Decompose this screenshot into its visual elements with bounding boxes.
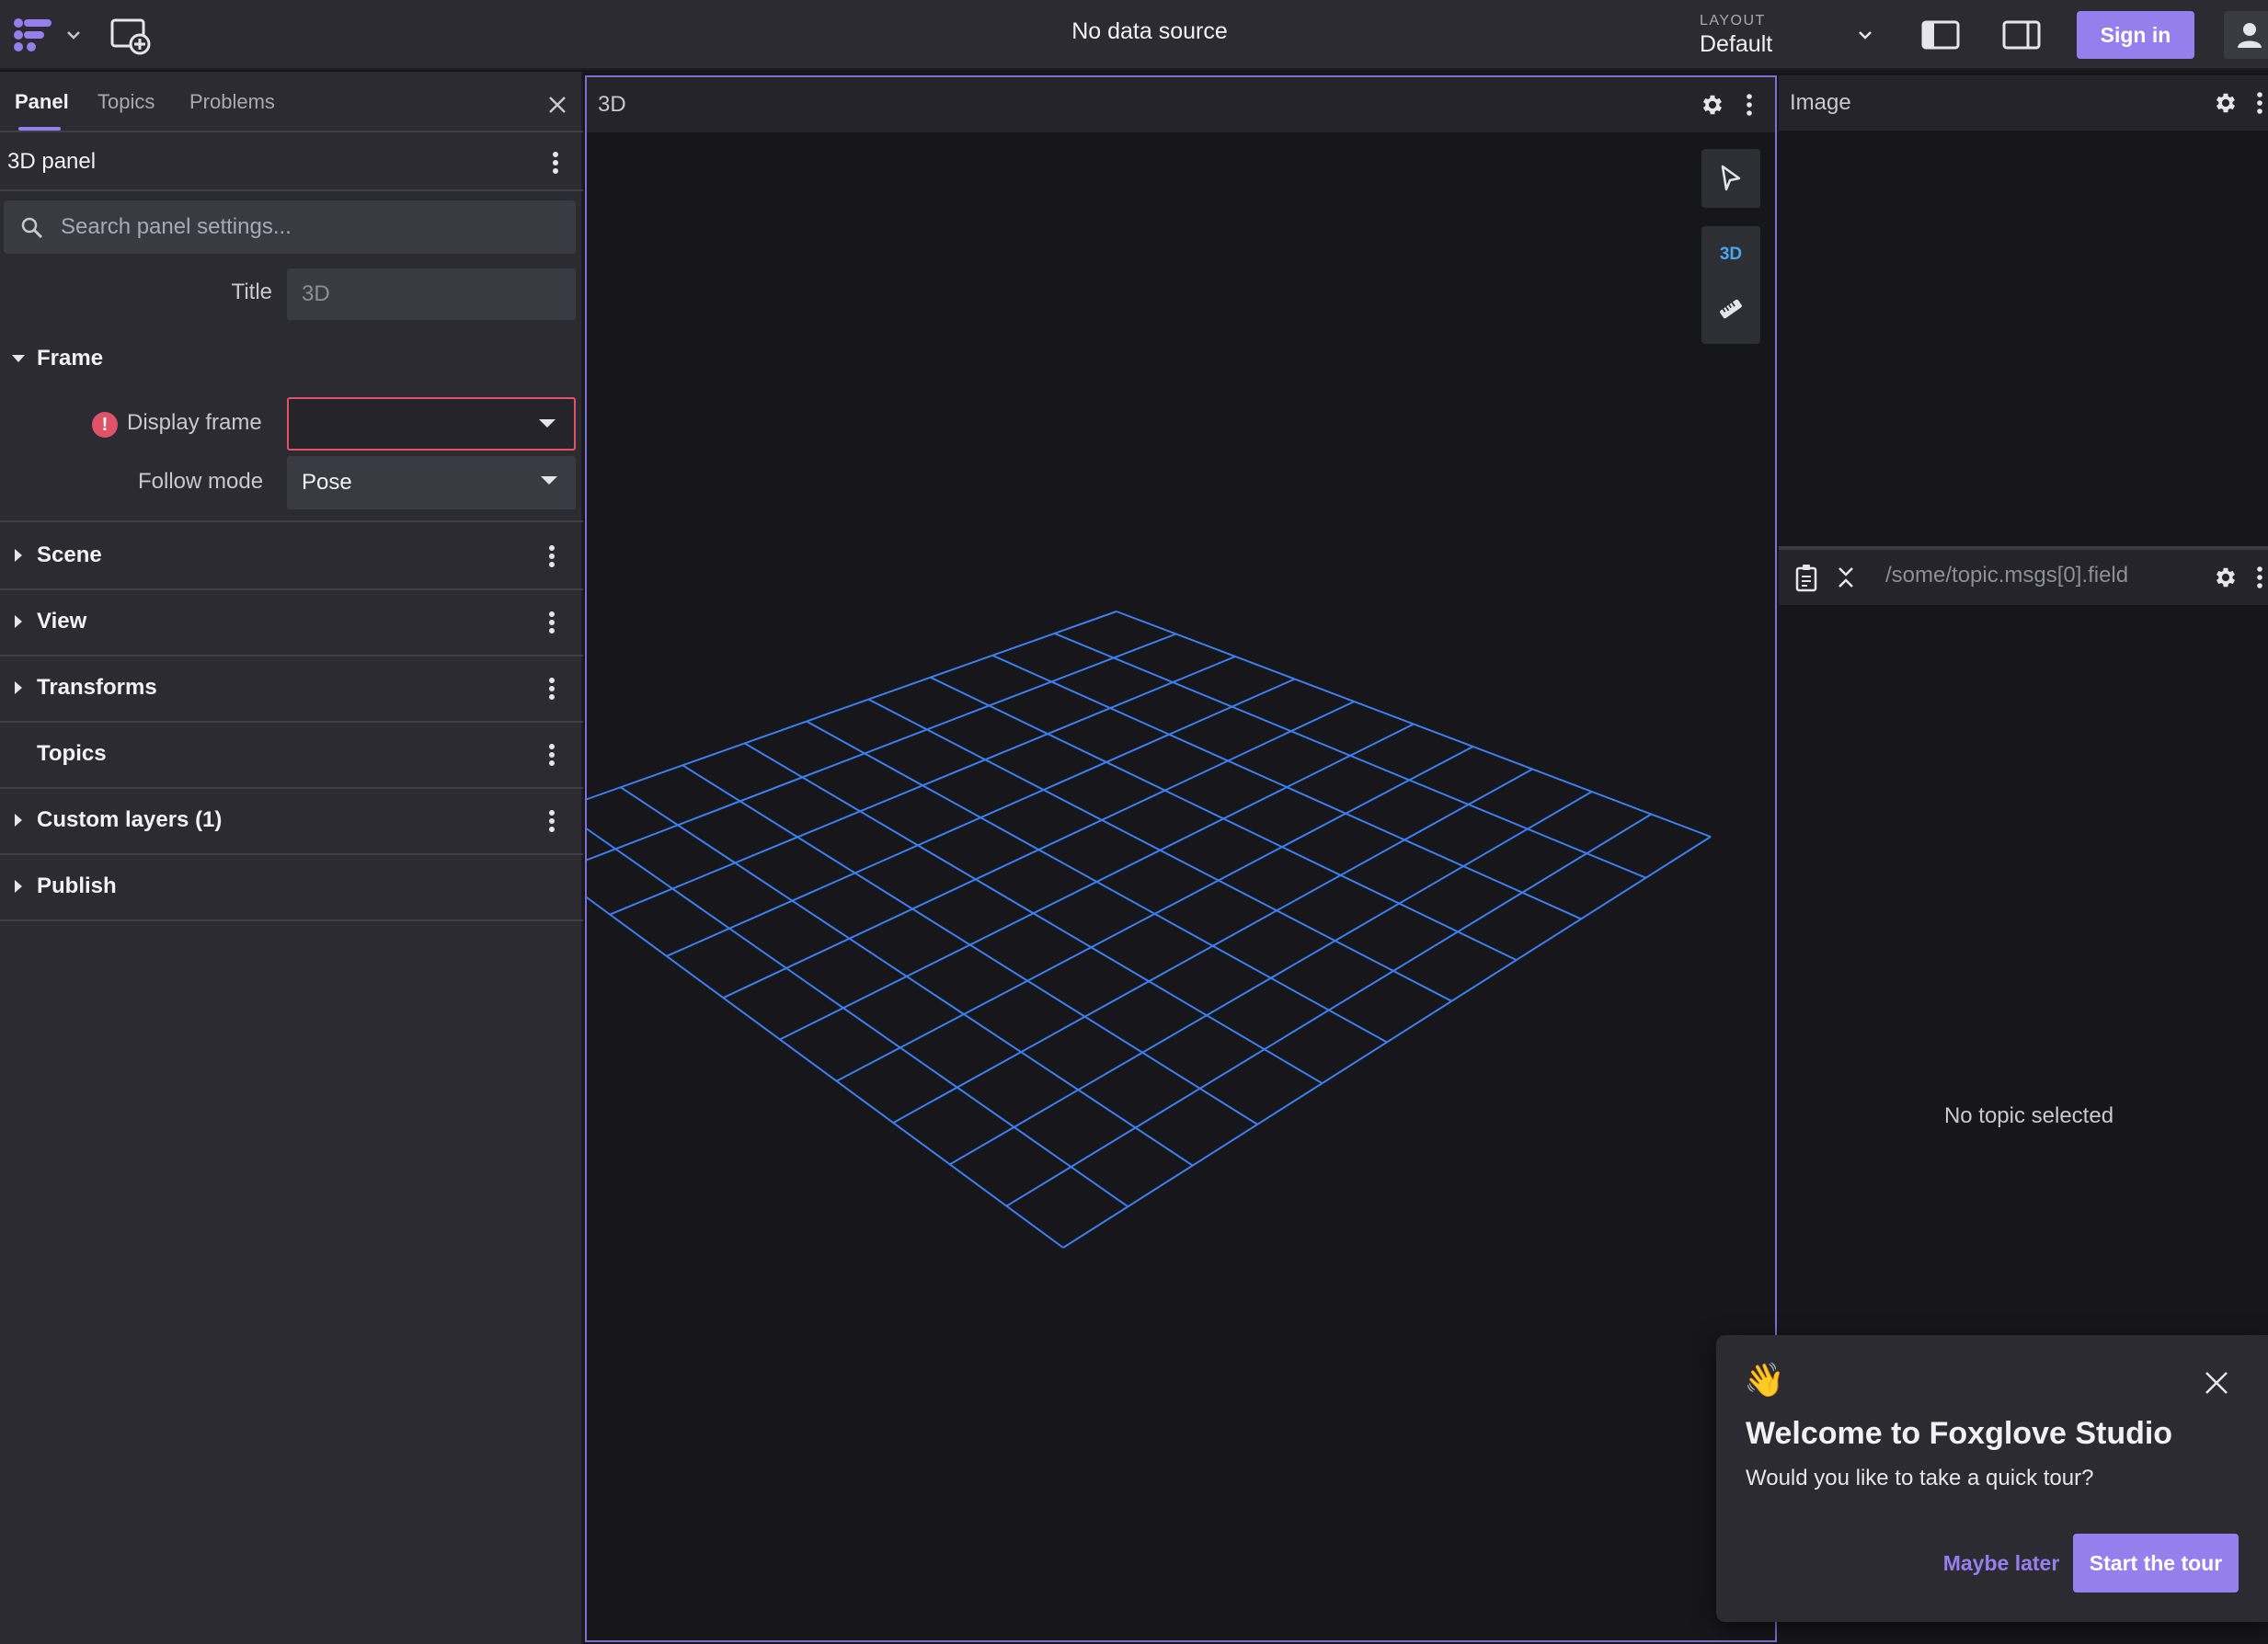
layout-label: LAYOUT	[1700, 13, 1766, 29]
close-icon[interactable]	[2202, 1368, 2231, 1398]
tab-topics[interactable]: Topics	[97, 90, 155, 114]
custom-layers-caret-right-icon[interactable]	[9, 811, 28, 829]
add-panel-icon[interactable]	[109, 17, 153, 57]
toast-title: Welcome to Foxglove Studio	[1746, 1416, 2173, 1451]
frame-caret-down-icon[interactable]	[9, 349, 28, 368]
view-caret-right-icon[interactable]	[9, 612, 28, 631]
grid-line	[587, 611, 1117, 801]
welcome-tour-dialog: 👋 Welcome to Foxglove Studio Would you l…	[1716, 1335, 2268, 1622]
section-custom-layers-label[interactable]: Custom layers (1)	[37, 807, 222, 833]
section-view-label[interactable]: View	[37, 609, 86, 634]
foxglove-logo-icon[interactable]	[11, 17, 57, 53]
divider	[0, 787, 583, 789]
grid-line	[587, 828, 1128, 1208]
user-menu-button[interactable]	[2224, 11, 2268, 59]
divider	[0, 853, 583, 855]
follow-mode-value: Pose	[302, 470, 352, 495]
tab-panel[interactable]: Panel	[15, 90, 69, 114]
follow-mode-label: Follow mode	[138, 469, 264, 494]
grid-line	[1005, 813, 1652, 1207]
divider	[0, 919, 583, 921]
section-transforms-label[interactable]: Transforms	[37, 675, 157, 701]
transforms-more-icon[interactable]	[541, 675, 563, 702]
3d-settings-gear-icon[interactable]	[1700, 92, 1725, 118]
3d-panel-title: 3D	[598, 92, 626, 117]
start-tour-button[interactable]: Start the tour	[2073, 1534, 2239, 1593]
grid-line	[836, 746, 1474, 1082]
section-frame-label[interactable]: Frame	[37, 346, 103, 371]
image-panel-title: Image	[1790, 90, 1851, 115]
3d-panel[interactable]: 3D 3D	[585, 75, 1777, 1642]
wave-emoji: 👋	[1744, 1361, 1785, 1399]
data-source-label[interactable]: No data source	[920, 18, 1380, 45]
transforms-caret-right-icon[interactable]	[9, 679, 28, 697]
grid-line	[620, 786, 1194, 1167]
message-path-input[interactable]: /some/topic.msgs[0].field	[1885, 563, 2128, 588]
display-frame-select[interactable]	[287, 397, 576, 451]
panel-settings-title: 3D panel	[7, 149, 97, 174]
copy-clipboard-icon[interactable]	[1793, 563, 1821, 592]
panel-settings-sidebar: Panel Topics Problems 3D panel Title Fra…	[0, 72, 583, 1644]
follow-mode-select[interactable]: Pose	[287, 456, 576, 509]
close-sidebar-icon[interactable]	[544, 92, 570, 118]
caret-down-icon	[539, 419, 556, 428]
tab-problems[interactable]: Problems	[189, 90, 275, 114]
raw-more-icon[interactable]	[2253, 565, 2266, 590]
search-input[interactable]	[61, 200, 557, 254]
scene-caret-right-icon[interactable]	[9, 546, 28, 565]
scene-more-icon[interactable]	[541, 542, 563, 570]
active-tab-indicator	[18, 127, 61, 131]
section-topics-label[interactable]: Topics	[37, 741, 107, 767]
layout-chevron-down-icon[interactable]	[1854, 24, 1876, 46]
toast-body: Would you like to take a quick tour?	[1746, 1466, 2094, 1490]
display-frame-label: Display frame	[127, 410, 262, 435]
title-field[interactable]	[287, 268, 576, 320]
app-toolbar: No data source LAYOUT Default Sign in	[0, 0, 2268, 70]
sidebar-tabs: Panel Topics Problems	[0, 72, 583, 132]
3d-panel-toolbar: 3D	[587, 77, 1775, 132]
settings-search	[4, 200, 576, 254]
grid-line	[682, 764, 1258, 1125]
3d-grid-canvas[interactable]	[587, 132, 1775, 1640]
right-sidebar-toggle-icon[interactable]	[1998, 17, 2045, 53]
maybe-later-button[interactable]: Maybe later	[1909, 1534, 2093, 1593]
section-publish-label[interactable]: Publish	[37, 873, 117, 899]
custom-layers-more-icon[interactable]	[541, 807, 563, 835]
search-icon	[21, 217, 43, 239]
sign-in-button[interactable]: Sign in	[2077, 11, 2194, 59]
image-settings-gear-icon[interactable]	[2213, 90, 2239, 116]
raw-settings-gear-icon[interactable]	[2213, 565, 2239, 590]
error-icon: !	[92, 412, 118, 438]
divider	[0, 721, 583, 723]
raw-messages-toolbar: /some/topic.msgs[0].field	[1779, 550, 2268, 605]
empty-state-text: No topic selected	[1943, 1103, 2114, 1128]
publish-caret-right-icon[interactable]	[9, 877, 28, 896]
image-more-icon[interactable]	[2253, 90, 2266, 116]
grid-line	[806, 720, 1388, 1044]
user-icon	[2238, 23, 2262, 48]
3d-more-icon[interactable]	[1742, 92, 1757, 118]
title-label: Title	[231, 280, 272, 304]
panel-settings-more-icon[interactable]	[544, 149, 567, 177]
view-more-icon[interactable]	[541, 609, 563, 636]
image-panel-toolbar: Image	[1779, 75, 2268, 131]
app-menu-chevron-down-icon[interactable]	[63, 24, 85, 46]
section-scene-label[interactable]: Scene	[37, 542, 102, 568]
image-panel[interactable]: Image	[1779, 75, 2268, 546]
divider	[0, 588, 583, 590]
collapse-icon[interactable]	[1836, 565, 1856, 590]
panel-settings-header: 3D panel	[0, 134, 583, 191]
divider	[0, 655, 583, 656]
grid-line	[949, 791, 1593, 1166]
divider	[0, 520, 583, 522]
left-sidebar-toggle-icon[interactable]	[1917, 17, 1964, 53]
layout-value: Default	[1700, 31, 1773, 57]
caret-down-icon	[541, 476, 557, 485]
topics-more-icon[interactable]	[541, 741, 563, 769]
